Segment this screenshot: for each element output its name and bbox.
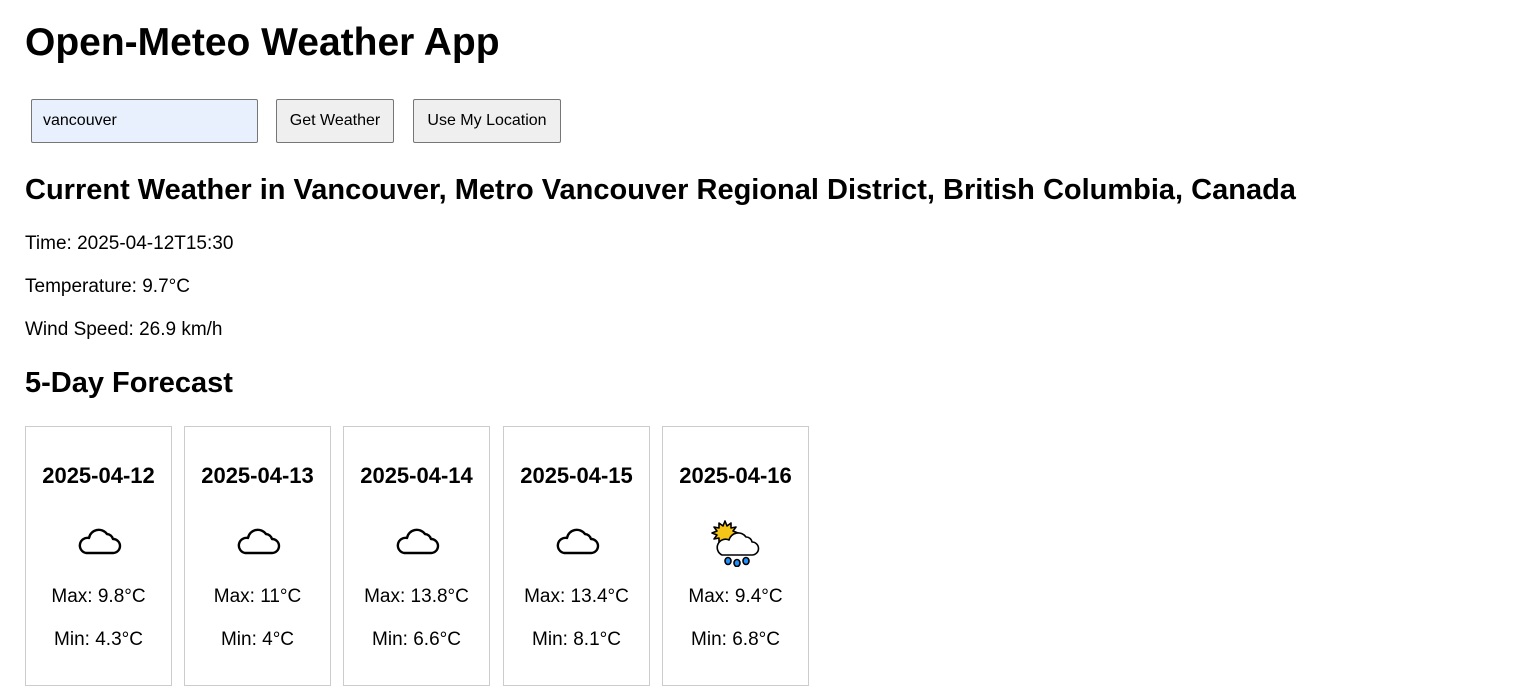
forecast-date: 2025-04-12	[42, 463, 155, 488]
current-temperature: Temperature: 9.7°C	[25, 276, 190, 297]
page-title: Open-Meteo Weather App	[25, 21, 500, 64]
forecast-heading: 5-Day Forecast	[25, 367, 233, 399]
cloud-icon	[237, 528, 280, 555]
forecast-max-temp: Max: 13.4°C	[524, 586, 629, 607]
forecast-date: 2025-04-15	[520, 463, 633, 488]
forecast-date: 2025-04-14	[360, 463, 473, 488]
current-wind-speed: Wind Speed: 26.9 km/h	[25, 319, 223, 340]
sun-rain-cloud-icon	[710, 520, 759, 567]
use-my-location-button[interactable]: Use My Location	[413, 99, 561, 143]
cloud-icon	[78, 528, 121, 555]
current-weather-heading: Current Weather in Vancouver, Metro Vanc…	[25, 174, 1296, 206]
forecast-date: 2025-04-16	[679, 463, 792, 488]
cloud-icon	[556, 528, 599, 555]
forecast-card: 2025-04-16 Max: 9.4°C Min: 6.8°C	[662, 426, 809, 686]
cloud-icon	[396, 528, 439, 555]
forecast-min-temp: Min: 8.1°C	[532, 629, 621, 650]
forecast-max-temp: Max: 9.8°C	[51, 586, 146, 607]
city-search-input[interactable]	[31, 99, 258, 143]
forecast-max-temp: Max: 9.4°C	[688, 586, 783, 607]
forecast-card: 2025-04-12 Max: 9.8°C Min: 4.3°C	[25, 426, 172, 686]
forecast-min-temp: Min: 6.6°C	[372, 629, 461, 650]
forecast-card: 2025-04-14 Max: 13.8°C Min: 6.6°C	[343, 426, 490, 686]
forecast-max-temp: Max: 11°C	[213, 586, 302, 607]
forecast-max-temp: Max: 13.8°C	[364, 586, 469, 607]
forecast-min-temp: Min: 6.8°C	[691, 629, 780, 650]
current-time: Time: 2025-04-12T15:30	[25, 233, 234, 254]
forecast-date: 2025-04-13	[201, 463, 314, 488]
forecast-card: 2025-04-15 Max: 13.4°C Min: 8.1°C	[503, 426, 650, 686]
forecast-min-temp: Min: 4°C	[220, 629, 295, 650]
forecast-card: 2025-04-13 Max: 11°C Min: 4°C	[184, 426, 331, 686]
forecast-min-temp: Min: 4.3°C	[54, 629, 143, 650]
get-weather-button[interactable]: Get Weather	[276, 99, 394, 143]
weather-app: Open-Meteo Weather App Get Weather Use M…	[0, 0, 1526, 691]
